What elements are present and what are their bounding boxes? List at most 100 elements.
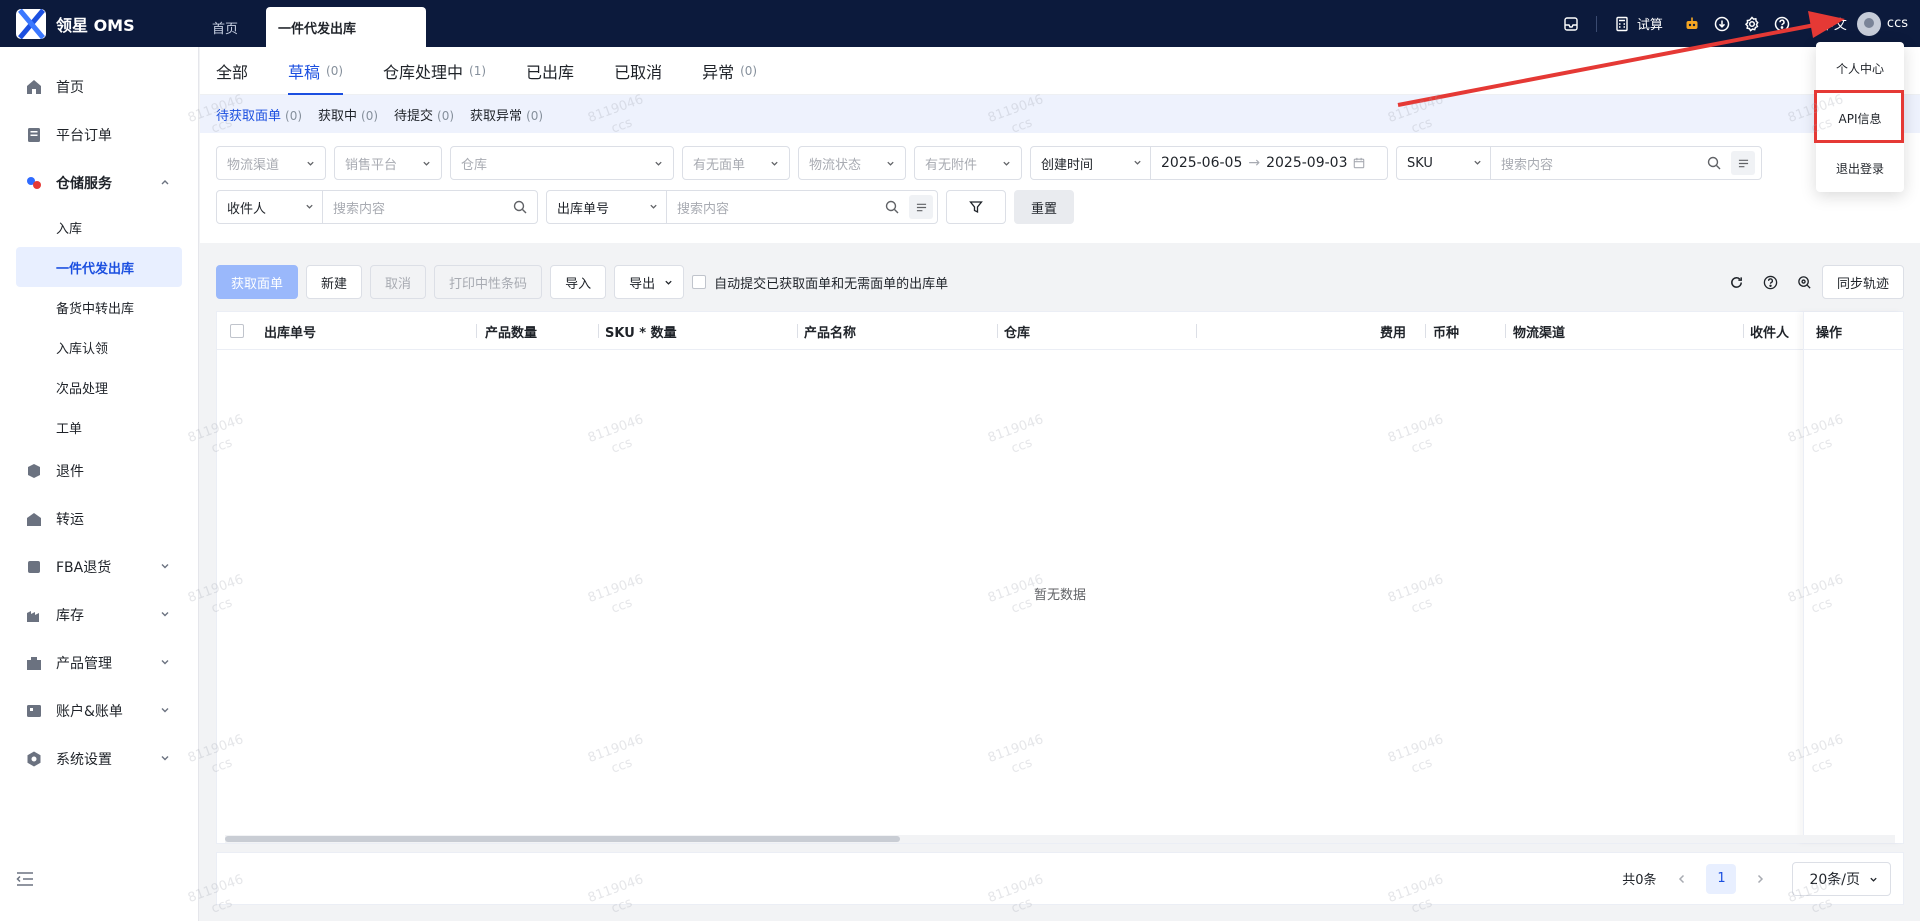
- has-attachment-select[interactable]: 有无附件: [914, 146, 1022, 180]
- tab-processing[interactable]: 仓库处理中 (1): [383, 47, 486, 95]
- username[interactable]: ccs: [1887, 16, 1908, 31]
- sales-platform-select[interactable]: 销售平台: [334, 146, 442, 180]
- warehouse-icon: [24, 174, 44, 192]
- download-icon[interactable]: [1713, 15, 1731, 33]
- sidebar-item-account-billing[interactable]: 账户&账单: [0, 687, 198, 735]
- sku-type-select[interactable]: SKU: [1397, 147, 1491, 179]
- page-number[interactable]: 1: [1706, 863, 1737, 894]
- top-bar: 领星 OMS 首页 一件代发出库 试算 中文 ccs: [0, 0, 1920, 47]
- sidebar-item-label: 首页: [56, 80, 84, 96]
- tab-cancelled[interactable]: 已取消: [614, 47, 662, 95]
- logistics-status-select[interactable]: 物流状态: [798, 146, 906, 180]
- batch-search-button[interactable]: [1731, 151, 1755, 175]
- sidebar-item-inventory[interactable]: 库存: [0, 591, 198, 639]
- order-no-type-select[interactable]: 出库单号: [547, 191, 667, 223]
- print-barcode-button[interactable]: 打印中性条码: [434, 265, 543, 299]
- column-divider: [1743, 324, 1744, 338]
- action-toolbar: 获取面单 新建 取消 打印中性条码 导入 导出 自动提交已获取面单和无需面单的出…: [216, 262, 1904, 302]
- column-settings-icon[interactable]: [1796, 273, 1814, 291]
- column-divider: [997, 324, 998, 338]
- collapse-sidebar-icon[interactable]: [16, 871, 34, 887]
- prev-page-icon[interactable]: [1668, 865, 1696, 893]
- batch-search-button[interactable]: [909, 195, 933, 219]
- tab-shipped[interactable]: 已出库: [526, 47, 574, 95]
- column-header: 仓库: [1004, 325, 1031, 341]
- sidebar-item-home[interactable]: 首页: [0, 63, 198, 111]
- date-range-picker[interactable]: 2025-06-05 → 2025-09-03: [1151, 147, 1375, 179]
- calculator-icon[interactable]: [1613, 15, 1631, 33]
- warehouse-select[interactable]: 仓库: [450, 146, 674, 180]
- sidebar-item-returns[interactable]: 退件: [0, 447, 198, 495]
- product-icon: [24, 654, 44, 672]
- page-tab-home[interactable]: 首页: [200, 7, 266, 47]
- auto-submit-checkbox[interactable]: [692, 275, 707, 289]
- chevron-down-icon: [1134, 160, 1141, 165]
- robot-icon[interactable]: [1683, 15, 1701, 33]
- logistics-channel-select[interactable]: 物流渠道: [216, 146, 326, 180]
- subtab-fetch-error[interactable]: 获取异常 (0): [470, 105, 543, 124]
- help-icon[interactable]: [1762, 273, 1780, 291]
- chevron-down-icon: [161, 612, 169, 617]
- sidebar-item-system-settings[interactable]: 系统设置: [0, 735, 198, 783]
- refresh-icon[interactable]: [1728, 273, 1746, 291]
- cancel-button[interactable]: 取消: [370, 265, 427, 299]
- tab-count: (1): [469, 63, 487, 78]
- subtab-fetching[interactable]: 获取中 (0): [318, 105, 378, 124]
- date-type-select[interactable]: 创建时间: [1031, 147, 1151, 179]
- scrollbar-thumb[interactable]: [225, 836, 900, 842]
- tab-all[interactable]: 全部: [216, 47, 248, 95]
- sidebar-subitem-defect-handling[interactable]: 次品处理: [16, 367, 182, 407]
- sidebar-subitem-dropship-outbound[interactable]: 一件代发出库: [16, 247, 182, 287]
- sidebar-item-fba-returns[interactable]: FBA退货: [0, 543, 198, 591]
- has-label-select[interactable]: 有无面单: [682, 146, 790, 180]
- order-no-search-input[interactable]: 搜索内容: [667, 191, 909, 223]
- recipient-type-select[interactable]: 收件人: [217, 191, 323, 223]
- chevron-down-icon: [161, 564, 169, 569]
- menu-item-logout[interactable]: 退出登录: [1816, 144, 1904, 192]
- chevron-down-icon: [161, 756, 169, 761]
- sub-status-tabs: 待获取面单 (0) 获取中 (0) 待提交 (0) 获取异常 (0): [200, 95, 1920, 133]
- list-icon: [916, 203, 926, 211]
- sidebar-item-product-management[interactable]: 产品管理: [0, 639, 198, 687]
- page-size-select[interactable]: 20条/页: [1792, 861, 1891, 896]
- advanced-filter-button[interactable]: [946, 190, 1006, 224]
- sidebar-subitem-work-order[interactable]: 工单: [16, 407, 182, 447]
- tab-exception[interactable]: 异常 (0): [702, 47, 757, 95]
- sidebar-item-transfer[interactable]: 转运: [0, 495, 198, 543]
- page-tab-dropship-outbound[interactable]: 一件代发出库: [266, 7, 427, 47]
- get-label-button[interactable]: 获取面单: [216, 265, 299, 299]
- search-icon: [1707, 156, 1721, 170]
- inbox-icon[interactable]: [1562, 15, 1580, 33]
- sidebar-item-label: 账户&账单: [56, 704, 123, 720]
- subtab-pending-label[interactable]: 待获取面单 (0): [216, 105, 302, 124]
- settings-icon[interactable]: [1743, 15, 1761, 33]
- reset-button[interactable]: 重置: [1014, 190, 1074, 224]
- subtab-pending-submit[interactable]: 待提交 (0): [394, 105, 454, 124]
- column-divider: [1196, 324, 1197, 338]
- sync-track-button[interactable]: 同步轨迹: [1821, 265, 1904, 299]
- sidebar-subitem-inbound[interactable]: 入库: [16, 207, 182, 247]
- import-button[interactable]: 导入: [550, 265, 607, 299]
- avatar[interactable]: [1856, 11, 1881, 36]
- fba-icon: [24, 558, 44, 576]
- recipient-search-input[interactable]: 搜索内容: [323, 191, 537, 223]
- tab-count: (0): [326, 63, 344, 78]
- trial-calc-link[interactable]: 试算: [1637, 14, 1663, 33]
- chevron-down-icon: [423, 161, 430, 166]
- help-icon[interactable]: [1773, 15, 1791, 33]
- next-page-icon[interactable]: [1746, 865, 1774, 893]
- horizontal-scrollbar[interactable]: [225, 835, 1895, 843]
- new-button[interactable]: 新建: [306, 265, 363, 299]
- sidebar-subitem-inbound-claim[interactable]: 入库认领: [16, 327, 182, 367]
- sidebar-item-warehouse-services[interactable]: 仓储服务: [0, 159, 198, 207]
- menu-item-profile[interactable]: 个人中心: [1816, 44, 1904, 92]
- sidebar-item-platform-orders[interactable]: 平台订单: [0, 111, 198, 159]
- export-button[interactable]: 导出: [614, 265, 685, 299]
- filter-icon: [969, 201, 983, 214]
- app-logo[interactable]: 领星 OMS: [0, 8, 200, 39]
- sidebar-subitem-transfer-outbound[interactable]: 备货中转出库: [16, 287, 182, 327]
- language-switch[interactable]: 中文: [1821, 14, 1847, 33]
- tab-draft[interactable]: 草稿 (0): [288, 47, 344, 95]
- select-all-checkbox[interactable]: [230, 324, 244, 338]
- sku-search-input[interactable]: 搜索内容: [1491, 147, 1731, 179]
